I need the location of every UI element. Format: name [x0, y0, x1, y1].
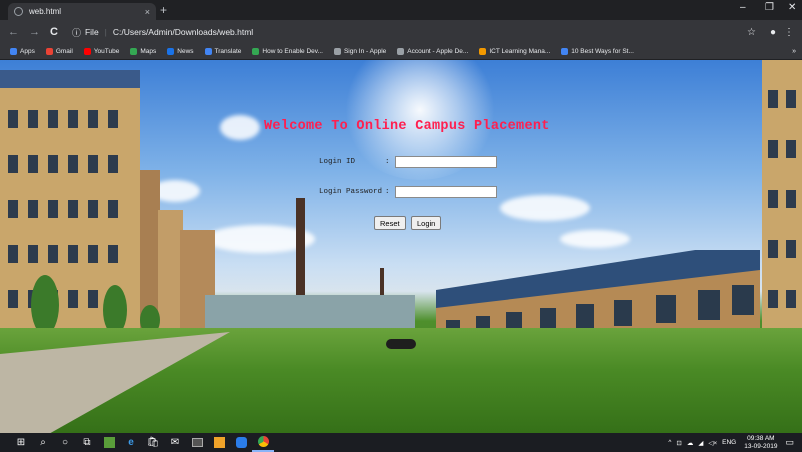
browser-toolbar: ← → C ⓘ File | C:/Users/Admin/Downloads/… — [0, 20, 802, 44]
address-url[interactable]: C:/Users/Admin/Downloads/web.html — [113, 27, 253, 37]
bookmark-label: Translate — [214, 48, 242, 55]
edge-icon[interactable]: e — [120, 437, 142, 448]
bookmark-label: Apps — [20, 48, 35, 55]
bookmark-item[interactable]: Maps — [130, 48, 156, 55]
login-id-label: Login ID — [319, 158, 356, 166]
left-buildings-image — [0, 70, 215, 335]
address-bar[interactable]: ⓘ File | C:/Users/Admin/Downloads/web.ht… — [68, 23, 733, 41]
language-indicator[interactable]: ENG — [722, 439, 736, 446]
minecraft-icon[interactable] — [98, 437, 120, 448]
apps-grid-icon — [10, 48, 17, 55]
bookmark-label: 10 Best Ways for St... — [571, 48, 634, 55]
terminal-icon[interactable] — [186, 438, 208, 447]
browser-tab-strip: web.html × + – ❐ ✕ — [0, 0, 802, 20]
login-id-input[interactable] — [395, 156, 497, 168]
bookmark-item[interactable]: How to Enable Dev... — [252, 48, 323, 55]
bookmarks-overflow-button[interactable]: » — [792, 48, 796, 55]
reset-button[interactable]: Reset — [374, 216, 406, 230]
gmail-icon — [45, 48, 53, 55]
page-icon — [252, 48, 260, 55]
browser-tab[interactable]: web.html × — [8, 3, 156, 20]
cortana-icon[interactable]: ○ — [54, 437, 76, 448]
new-tab-button[interactable]: + — [160, 3, 167, 17]
volume-icon[interactable]: ◁× — [708, 439, 717, 447]
chrome-icon[interactable] — [252, 433, 274, 452]
show-hidden-icons-icon[interactable]: ^ — [668, 439, 671, 446]
maximize-button[interactable]: ❐ — [765, 2, 774, 13]
login-id-colon: : — [385, 158, 390, 166]
address-separator: | — [104, 27, 107, 37]
network-icon[interactable]: ⊡ — [676, 439, 681, 447]
bookmark-item[interactable]: Sign In - Apple — [333, 48, 387, 55]
center-building — [205, 295, 415, 330]
bookmark-label: Maps — [140, 48, 157, 55]
cloud-icon[interactable]: ☁ — [687, 439, 694, 447]
clock-date: 13-09-2019 — [744, 442, 778, 450]
apple-icon — [333, 48, 341, 55]
bookmark-item[interactable]: Gmail — [45, 48, 73, 55]
wifi-icon[interactable]: ◢ — [698, 439, 703, 447]
profile-icon[interactable]: ● — [770, 27, 776, 38]
bookmark-item[interactable]: Apps — [10, 48, 35, 55]
maps-icon — [130, 48, 138, 55]
bookmark-item[interactable]: 10 Best Ways for St... — [561, 48, 634, 55]
minimize-button[interactable]: – — [740, 2, 746, 13]
tab-title: web.html — [29, 7, 62, 16]
store-icon[interactable]: 🛍 — [142, 437, 164, 448]
page-viewport: Welcome To Online Campus Placement Login… — [0, 60, 802, 433]
clock[interactable]: 09:38 AM 13-09-2019 — [744, 435, 777, 451]
star-icon — [561, 48, 569, 55]
cloud — [500, 195, 590, 221]
bookmark-item[interactable]: ICT Learning Mana... — [479, 48, 550, 55]
bookmark-item[interactable]: Account - Apple De... — [397, 48, 468, 55]
bookmarks-bar: Apps Gmail YouTube Maps News Translate How to … — [0, 44, 802, 60]
bookmark-label: YouTube — [93, 48, 120, 55]
bookmark-label: News — [177, 48, 194, 55]
back-arrow-icon[interactable]: ← — [8, 26, 19, 38]
close-window-button[interactable]: ✕ — [788, 2, 796, 13]
page-heading: Welcome To Online Campus Placement — [264, 119, 550, 134]
bookmark-item[interactable]: News — [167, 48, 194, 55]
bookmark-label: Sign In - Apple — [343, 48, 387, 55]
ict-icon — [479, 48, 487, 55]
address-prefix: File — [84, 27, 99, 37]
login-password-colon: : — [385, 188, 390, 196]
system-tray: ^ ⊡ ☁ ◢ ◁× ENG 09:38 AM 13-09-2019 ▭ — [668, 433, 794, 452]
forward-arrow-icon[interactable]: → — [29, 26, 40, 38]
translate-icon — [204, 48, 212, 55]
apple-icon — [397, 48, 405, 55]
windows-start-icon[interactable]: ⊞ — [10, 437, 32, 448]
close-tab-icon[interactable]: × — [145, 7, 150, 17]
bookmark-item[interactable]: YouTube — [83, 48, 120, 55]
clock-time: 09:38 AM — [747, 434, 775, 442]
reload-icon[interactable]: C — [50, 26, 58, 38]
files-icon[interactable] — [208, 437, 230, 448]
youtube-icon — [83, 48, 91, 55]
bookmark-label: ICT Learning Mana... — [489, 48, 551, 55]
search-icon[interactable]: ⌕ — [32, 437, 54, 448]
login-button[interactable]: Login — [411, 216, 442, 230]
bookmark-label: Gmail — [55, 48, 73, 55]
bookmark-star-icon[interactable]: ☆ — [747, 27, 756, 38]
login-password-label: Login Password — [319, 188, 383, 196]
news-icon — [167, 48, 175, 55]
windows-taskbar: ⊞ ⌕ ○ ⧉ e 🛍 ✉ ^ ⊡ ☁ ◢ ◁× ENG 09:38 AM 13… — [0, 433, 802, 452]
login-password-input[interactable] — [395, 186, 497, 198]
notifications-icon[interactable]: ▭ — [785, 437, 794, 448]
app-icon[interactable] — [230, 437, 252, 448]
bookmark-label: How to Enable Dev... — [262, 48, 323, 55]
cloud — [220, 115, 260, 140]
people-on-lawn — [386, 339, 416, 349]
mail-icon[interactable]: ✉ — [164, 437, 186, 448]
globe-icon — [14, 7, 23, 16]
bookmark-label: Account - Apple De... — [407, 48, 469, 55]
bookmark-item[interactable]: Translate — [204, 48, 242, 55]
menu-dots-icon[interactable]: ⋮ — [784, 27, 794, 38]
info-icon[interactable]: ⓘ — [72, 26, 81, 39]
cloud — [560, 230, 630, 248]
task-view-icon[interactable]: ⧉ — [76, 437, 98, 448]
